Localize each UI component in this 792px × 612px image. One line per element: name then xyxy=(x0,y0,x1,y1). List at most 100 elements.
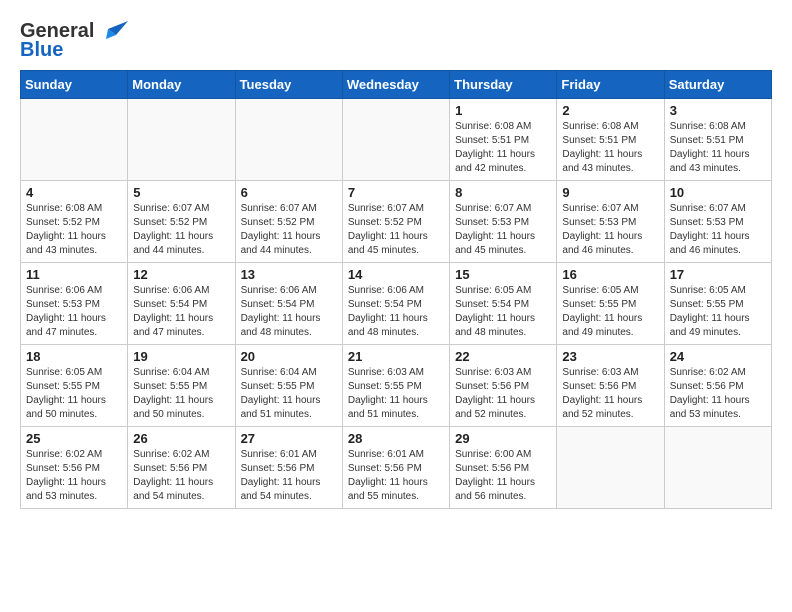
calendar-cell: 27 Sunrise: 6:01 AM Sunset: 5:56 PM Dayli… xyxy=(235,427,342,509)
calendar-cell: 23 Sunrise: 6:03 AM Sunset: 5:56 PM Dayli… xyxy=(557,345,664,427)
day-info: Sunrise: 6:07 AM Sunset: 5:53 PM Dayligh… xyxy=(670,202,766,258)
calendar-cell: 18 Sunrise: 6:05 AM Sunset: 5:55 PM Dayli… xyxy=(21,345,128,427)
day-number: 6 xyxy=(241,185,337,200)
day-number: 16 xyxy=(562,267,658,282)
calendar-cell xyxy=(128,99,235,181)
day-info: Sunrise: 6:08 AM Sunset: 5:51 PM Dayligh… xyxy=(455,120,551,176)
day-info: Sunrise: 6:02 AM Sunset: 5:56 PM Dayligh… xyxy=(670,366,766,422)
day-number: 7 xyxy=(348,185,444,200)
day-info: Sunrise: 6:08 AM Sunset: 5:51 PM Dayligh… xyxy=(670,120,766,176)
calendar-cell: 9Sunrise: 6:07 AM Sunset: 5:53 PM Daylig… xyxy=(557,181,664,263)
day-number: 1 xyxy=(455,103,551,118)
header-saturday: Saturday xyxy=(664,71,771,99)
day-number: 14 xyxy=(348,267,444,282)
calendar-cell xyxy=(557,427,664,509)
day-number: 21 xyxy=(348,349,444,364)
calendar-cell: 7Sunrise: 6:07 AM Sunset: 5:52 PM Daylig… xyxy=(342,181,449,263)
calendar-week-row: 1 Sunrise: 6:08 AM Sunset: 5:51 PM Daylig… xyxy=(21,99,772,181)
header-wednesday: Wednesday xyxy=(342,71,449,99)
calendar-cell: 17 Sunrise: 6:05 AM Sunset: 5:55 PM Dayli… xyxy=(664,263,771,345)
calendar-cell: 8 Sunrise: 6:07 AM Sunset: 5:53 PM Daylig… xyxy=(450,181,557,263)
header-thursday: Thursday xyxy=(450,71,557,99)
day-number: 24 xyxy=(670,349,766,364)
day-number: 22 xyxy=(455,349,551,364)
calendar-cell: 29 Sunrise: 6:00 AM Sunset: 5:56 PM Dayli… xyxy=(450,427,557,509)
day-info: Sunrise: 6:06 AM Sunset: 5:54 PM Dayligh… xyxy=(348,284,444,340)
calendar-cell: 24 Sunrise: 6:02 AM Sunset: 5:56 PM Dayli… xyxy=(664,345,771,427)
day-number: 26 xyxy=(133,431,229,446)
day-info: Sunrise: 6:02 AM Sunset: 5:56 PM Dayligh… xyxy=(133,448,229,504)
day-number: 20 xyxy=(241,349,337,364)
day-info: Sunrise: 6:06 AM Sunset: 5:53 PM Dayligh… xyxy=(26,284,122,340)
calendar-cell: 21 Sunrise: 6:03 AM Sunset: 5:55 PM Dayli… xyxy=(342,345,449,427)
day-number: 8 xyxy=(455,185,551,200)
calendar-table: SundayMondayTuesdayWednesdayThursdayFrid… xyxy=(20,70,772,509)
calendar-cell: 12 Sunrise: 6:06 AM Sunset: 5:54 PM Dayli… xyxy=(128,263,235,345)
calendar-header-row: SundayMondayTuesdayWednesdayThursdayFrid… xyxy=(21,71,772,99)
day-info: Sunrise: 6:05 AM Sunset: 5:54 PM Dayligh… xyxy=(455,284,551,340)
calendar-cell: 6Sunrise: 6:07 AM Sunset: 5:52 PM Daylig… xyxy=(235,181,342,263)
calendar-cell: 3 Sunrise: 6:08 AM Sunset: 5:51 PM Daylig… xyxy=(664,99,771,181)
calendar-week-row: 4 Sunrise: 6:08 AM Sunset: 5:52 PM Daylig… xyxy=(21,181,772,263)
calendar-week-row: 11Sunrise: 6:06 AM Sunset: 5:53 PM Dayli… xyxy=(21,263,772,345)
day-number: 3 xyxy=(670,103,766,118)
calendar-cell: 5 Sunrise: 6:07 AM Sunset: 5:52 PM Daylig… xyxy=(128,181,235,263)
calendar-cell xyxy=(342,99,449,181)
header-monday: Monday xyxy=(128,71,235,99)
calendar-cell: 26 Sunrise: 6:02 AM Sunset: 5:56 PM Dayli… xyxy=(128,427,235,509)
day-number: 5 xyxy=(133,185,229,200)
calendar-cell: 2 Sunrise: 6:08 AM Sunset: 5:51 PM Daylig… xyxy=(557,99,664,181)
day-info: Sunrise: 6:03 AM Sunset: 5:56 PM Dayligh… xyxy=(562,366,658,422)
calendar-cell: 20 Sunrise: 6:04 AM Sunset: 5:55 PM Dayli… xyxy=(235,345,342,427)
day-info: Sunrise: 6:03 AM Sunset: 5:55 PM Dayligh… xyxy=(348,366,444,422)
day-number: 29 xyxy=(455,431,551,446)
day-number: 2 xyxy=(562,103,658,118)
calendar-cell: 4 Sunrise: 6:08 AM Sunset: 5:52 PM Daylig… xyxy=(21,181,128,263)
day-number: 10 xyxy=(670,185,766,200)
day-number: 4 xyxy=(26,185,122,200)
calendar-cell xyxy=(664,427,771,509)
day-info: Sunrise: 6:01 AM Sunset: 5:56 PM Dayligh… xyxy=(348,448,444,504)
day-number: 15 xyxy=(455,267,551,282)
logo-bird-icon xyxy=(98,21,128,43)
calendar-cell: 1 Sunrise: 6:08 AM Sunset: 5:51 PM Daylig… xyxy=(450,99,557,181)
day-info: Sunrise: 6:05 AM Sunset: 5:55 PM Dayligh… xyxy=(26,366,122,422)
calendar-cell xyxy=(235,99,342,181)
day-number: 13 xyxy=(241,267,337,282)
calendar-cell: 11Sunrise: 6:06 AM Sunset: 5:53 PM Dayli… xyxy=(21,263,128,345)
day-info: Sunrise: 6:00 AM Sunset: 5:56 PM Dayligh… xyxy=(455,448,551,504)
day-number: 9 xyxy=(562,185,658,200)
day-number: 18 xyxy=(26,349,122,364)
logo-blue-text: Blue xyxy=(20,39,63,62)
calendar-cell: 28 Sunrise: 6:01 AM Sunset: 5:56 PM Dayli… xyxy=(342,427,449,509)
logo: General Blue xyxy=(20,20,128,62)
day-number: 23 xyxy=(562,349,658,364)
day-info: Sunrise: 6:07 AM Sunset: 5:52 PM Dayligh… xyxy=(133,202,229,258)
day-number: 19 xyxy=(133,349,229,364)
calendar-cell: 15 Sunrise: 6:05 AM Sunset: 5:54 PM Dayli… xyxy=(450,263,557,345)
day-info: Sunrise: 6:08 AM Sunset: 5:51 PM Dayligh… xyxy=(562,120,658,176)
calendar-cell: 25Sunrise: 6:02 AM Sunset: 5:56 PM Dayli… xyxy=(21,427,128,509)
day-info: Sunrise: 6:05 AM Sunset: 5:55 PM Dayligh… xyxy=(562,284,658,340)
day-info: Sunrise: 6:01 AM Sunset: 5:56 PM Dayligh… xyxy=(241,448,337,504)
calendar-cell: 13 Sunrise: 6:06 AM Sunset: 5:54 PM Dayli… xyxy=(235,263,342,345)
day-info: Sunrise: 6:05 AM Sunset: 5:55 PM Dayligh… xyxy=(670,284,766,340)
day-info: Sunrise: 6:06 AM Sunset: 5:54 PM Dayligh… xyxy=(133,284,229,340)
day-number: 28 xyxy=(348,431,444,446)
day-number: 12 xyxy=(133,267,229,282)
day-number: 17 xyxy=(670,267,766,282)
day-info: Sunrise: 6:07 AM Sunset: 5:53 PM Dayligh… xyxy=(455,202,551,258)
calendar-cell: 22 Sunrise: 6:03 AM Sunset: 5:56 PM Dayli… xyxy=(450,345,557,427)
header-sunday: Sunday xyxy=(21,71,128,99)
day-number: 27 xyxy=(241,431,337,446)
day-info: Sunrise: 6:08 AM Sunset: 5:52 PM Dayligh… xyxy=(26,202,122,258)
day-info: Sunrise: 6:04 AM Sunset: 5:55 PM Dayligh… xyxy=(241,366,337,422)
calendar-cell: 19Sunrise: 6:04 AM Sunset: 5:55 PM Dayli… xyxy=(128,345,235,427)
header-tuesday: Tuesday xyxy=(235,71,342,99)
calendar-week-row: 18 Sunrise: 6:05 AM Sunset: 5:55 PM Dayli… xyxy=(21,345,772,427)
calendar-cell: 14 Sunrise: 6:06 AM Sunset: 5:54 PM Dayli… xyxy=(342,263,449,345)
day-info: Sunrise: 6:06 AM Sunset: 5:54 PM Dayligh… xyxy=(241,284,337,340)
page-header: General Blue xyxy=(20,16,772,62)
calendar-week-row: 25Sunrise: 6:02 AM Sunset: 5:56 PM Dayli… xyxy=(21,427,772,509)
day-info: Sunrise: 6:03 AM Sunset: 5:56 PM Dayligh… xyxy=(455,366,551,422)
